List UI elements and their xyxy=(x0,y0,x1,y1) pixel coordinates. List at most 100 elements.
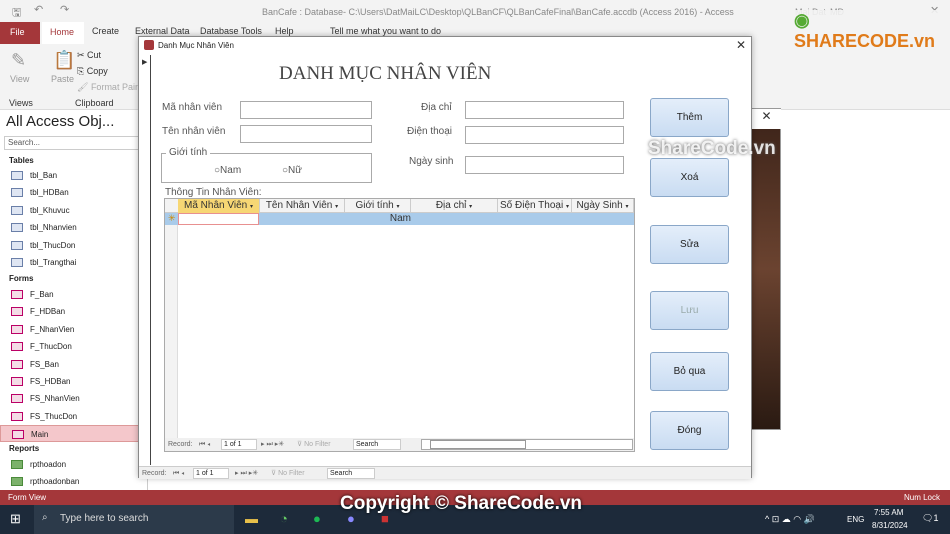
form-icon xyxy=(11,411,23,421)
column-header[interactable]: Mã Nhân Viên ▾ xyxy=(178,199,260,213)
nav-reports-header[interactable]: Reports xyxy=(9,444,39,453)
tab-file[interactable]: File xyxy=(0,22,40,44)
nav-title[interactable]: All Access Obj... xyxy=(6,113,114,130)
sua-button[interactable]: Sửa xyxy=(650,225,729,264)
no-filter-button[interactable]: ⊽ No Filter xyxy=(297,438,331,451)
dropdown-icon[interactable]: ▾ xyxy=(566,204,569,210)
dien-thoai-input[interactable] xyxy=(465,126,624,144)
close-icon[interactable]: ✕ xyxy=(752,109,781,129)
tell-me-search[interactable]: Tell me what you want to do xyxy=(330,26,441,36)
dropdown-icon[interactable]: ▾ xyxy=(397,204,400,210)
tab-database-tools[interactable]: Database Tools xyxy=(200,26,262,36)
nav-item-fs-ban[interactable]: FS_Ban xyxy=(0,356,140,373)
spotify-icon[interactable]: ● xyxy=(313,511,321,526)
form-close-icon[interactable]: ✕ xyxy=(736,38,746,52)
nav-item-tbl-ban[interactable]: tbl_Ban xyxy=(0,167,140,184)
nav-item-main[interactable]: Main xyxy=(0,425,140,443)
nav-item-fs-hdban[interactable]: FS_HDBan xyxy=(0,373,140,390)
undo-icon[interactable]: ↶ xyxy=(34,3,43,16)
nav-item-tbl-hdban[interactable]: tbl_HDBan xyxy=(0,184,140,201)
nav-item-label: F_ThucDon xyxy=(30,342,72,352)
view-icon: ✎ xyxy=(11,50,27,70)
record-position-input[interactable]: 1 of 1 xyxy=(193,468,229,479)
ten-nhan-vien-input[interactable] xyxy=(240,125,372,143)
cell-ma-nhan-vien[interactable] xyxy=(178,213,259,225)
row-selector-column xyxy=(165,225,178,438)
next-record-button[interactable]: ▸ ⏭ ▸✳ xyxy=(235,467,258,480)
search-input[interactable]: Search xyxy=(353,439,401,450)
dropdown-icon[interactable]: ▾ xyxy=(250,204,253,210)
clock-date[interactable]: 8/31/2024 xyxy=(872,521,908,530)
app-icon[interactable]: ◔ xyxy=(280,511,288,526)
nav-item-label: F_Ban xyxy=(30,290,54,299)
column-header[interactable]: Tên Nhân Viên ▾ xyxy=(260,199,345,213)
tab-external-data[interactable]: External Data xyxy=(135,26,190,36)
them-button[interactable]: Thêm xyxy=(650,98,729,137)
cut-button[interactable]: ✂ Cut xyxy=(77,50,101,61)
clock-time[interactable]: 7:55 AM xyxy=(874,508,903,517)
column-header[interactable]: Giới tính ▾ xyxy=(345,199,411,213)
windows-start-icon[interactable]: ⊞ xyxy=(10,511,21,527)
column-header[interactable]: Số Điện Thoại ▾ xyxy=(498,199,572,213)
record-position-input[interactable]: 1 of 1 xyxy=(221,439,257,450)
tab-home[interactable]: Home xyxy=(42,22,84,44)
tab-create[interactable]: Create xyxy=(92,26,119,36)
first-record-button[interactable]: ⏮ ◂ xyxy=(173,467,184,480)
form-icon xyxy=(11,359,23,369)
language-indicator[interactable]: ENG xyxy=(847,515,864,524)
dong-button[interactable]: Đóng xyxy=(650,411,729,450)
nav-item-fs-thucdon[interactable]: FS_ThucDon xyxy=(0,408,140,425)
nav-item-f-ban[interactable]: F_Ban xyxy=(0,286,140,303)
scrollbar-thumb[interactable] xyxy=(430,440,526,449)
nav-item-fs-nhanvien[interactable]: FS_NhanVien xyxy=(0,390,140,407)
radio-nu[interactable]: ○Nữ xyxy=(282,165,302,176)
nav-item-tbl-khuvuc[interactable]: tbl_Khuvuc xyxy=(0,202,140,219)
radio-nam[interactable]: ○Nam xyxy=(214,165,241,176)
datasheet-header: Mã Nhân Viên ▾ Tên Nhân Viên ▾ Giới tính ▾… xyxy=(165,199,634,213)
view-button[interactable]: View xyxy=(10,74,29,84)
nav-item-f-hdban[interactable]: F_HDBan xyxy=(0,303,140,320)
tray-icons[interactable]: ^ ⊡ ☁ ◠ 🔊 xyxy=(765,514,815,525)
nav-item-tbl-trangthai[interactable]: tbl_Trangthai xyxy=(0,254,140,271)
no-filter-button[interactable]: ⊽ No Filter xyxy=(271,467,305,480)
horizontal-scrollbar[interactable] xyxy=(421,439,633,450)
nav-forms-header[interactable]: Forms xyxy=(9,274,33,283)
tab-help[interactable]: Help xyxy=(275,26,294,36)
nav-tables-header[interactable]: Tables xyxy=(9,156,34,165)
nav-item-f-thucdon[interactable]: F_ThucDon xyxy=(0,338,140,355)
cell-gioi-tinh[interactable]: Nam xyxy=(345,213,411,224)
next-record-button[interactable]: ▸ ⏭ ▸✳ xyxy=(261,438,284,451)
record-selector[interactable]: ▶ xyxy=(139,55,151,465)
dropdown-icon[interactable]: ▾ xyxy=(335,204,338,210)
notification-icon[interactable]: 🗨1 xyxy=(922,513,938,524)
copy-button[interactable]: ⎘ Copy xyxy=(77,66,108,77)
nav-item-tbl-nhanvien[interactable]: tbl_Nhanvien xyxy=(0,219,140,236)
save-icon[interactable]: 🖫 xyxy=(12,4,21,23)
nav-item-label: FS_NhanVien xyxy=(30,394,80,404)
bo-qua-button[interactable]: Bỏ qua xyxy=(650,352,729,391)
search-input[interactable]: Search xyxy=(327,468,375,479)
taskbar: ⊞ ⌕ Type here to search ▬ ◔ ● ● ■ Copyrig… xyxy=(0,493,950,534)
first-record-button[interactable]: ⏮ ◂ xyxy=(199,438,210,451)
dropdown-icon[interactable]: ▾ xyxy=(625,204,628,210)
nav-item-tbl-thucdon[interactable]: tbl_ThucDon xyxy=(0,237,140,254)
xoa-button[interactable]: Xoá xyxy=(650,158,729,197)
new-record-row[interactable]: ✳ Nam xyxy=(165,213,634,225)
taskbar-search[interactable]: ⌕ Type here to search xyxy=(34,505,234,534)
file-explorer-icon[interactable]: ▬ xyxy=(245,511,258,526)
ngay-sinh-input[interactable] xyxy=(465,156,624,174)
ma-nhan-vien-input[interactable] xyxy=(240,101,372,119)
nav-search-input[interactable]: Search... xyxy=(4,136,140,150)
label-dia-chi: Địa chỉ xyxy=(421,102,452,113)
nav-item-label: tbl_Ban xyxy=(30,171,58,180)
dia-chi-input[interactable] xyxy=(465,101,624,119)
paste-button[interactable]: Paste xyxy=(51,74,74,84)
redo-icon[interactable]: ↷ xyxy=(60,3,69,16)
dropdown-icon[interactable]: ▾ xyxy=(469,204,472,210)
nav-item-rpthoadonban[interactable]: rpthoadonban xyxy=(0,473,140,490)
luu-button[interactable]: Lưu xyxy=(650,291,729,330)
column-header[interactable]: Ngày Sinh ▾ xyxy=(572,199,634,213)
nav-item-f-nhanvien[interactable]: F_NhanVien xyxy=(0,321,140,338)
nav-item-rpthoadon[interactable]: rpthoadon xyxy=(0,456,140,473)
column-header[interactable]: Địa chỉ ▾ xyxy=(411,199,498,213)
